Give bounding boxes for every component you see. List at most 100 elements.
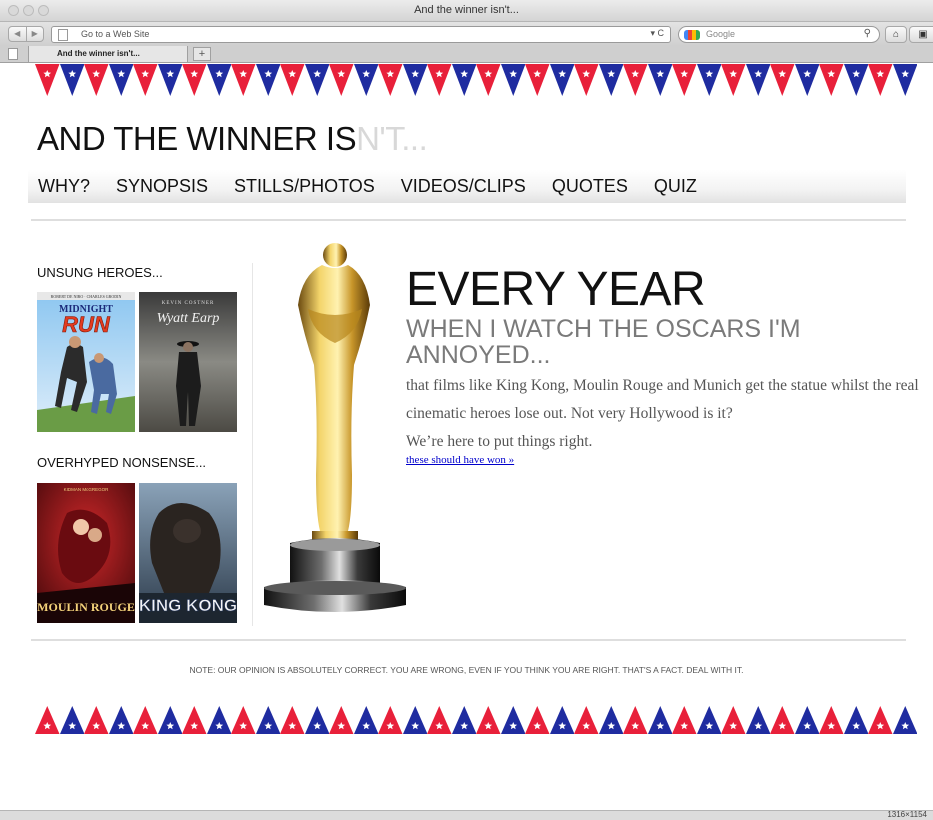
bunting-flag <box>549 706 574 734</box>
bunting-flag <box>255 706 280 734</box>
bunting-flag <box>770 64 795 96</box>
bunting-flag <box>647 706 672 734</box>
bunting-flag <box>794 706 819 734</box>
bunting-flag <box>133 64 158 96</box>
window-titlebar: And the winner isn't... <box>0 0 933 22</box>
bookmarks-icon[interactable]: ▣ <box>909 26 933 43</box>
bunting-flag <box>255 64 280 96</box>
new-tab-button[interactable]: + <box>193 47 211 61</box>
bunting-flag <box>574 64 599 96</box>
bunting-flag <box>157 706 182 734</box>
bunting-flag <box>549 64 574 96</box>
reload-icon[interactable]: ▾ C <box>650 28 664 39</box>
bunting-flag <box>598 706 623 734</box>
bunting-flag <box>427 64 452 96</box>
search-field[interactable]: Google ⚲ <box>678 26 880 43</box>
bunting-flag <box>157 64 182 96</box>
bunting-flag <box>476 64 501 96</box>
bunting-flag <box>402 64 427 96</box>
nav-why[interactable]: WHY? <box>38 176 90 197</box>
bunting-flag <box>59 706 84 734</box>
poster-moulin-rouge[interactable]: KIDMAN McGREGOR MOULIN ROUGE <box>37 483 135 623</box>
bunting-flag <box>280 706 305 734</box>
sidebar-divider <box>252 263 253 626</box>
bunting-flag <box>892 64 917 96</box>
address-bar[interactable]: Go to a Web Site ▾ C <box>51 26 671 43</box>
back-forward-buttons: ◀ ▶ <box>8 26 44 42</box>
bunting-top <box>35 64 917 96</box>
bunting-flag <box>843 706 868 734</box>
site-title-faded: N'T... <box>356 120 428 157</box>
bunting-flag <box>672 64 697 96</box>
bunting-flag <box>892 706 917 734</box>
nav-quotes[interactable]: QUOTES <box>552 176 628 197</box>
nav-stills-photos[interactable]: STILLS/PHOTOS <box>234 176 375 197</box>
footer-note: NOTE: OUR OPINION IS ABSOLUTELY CORRECT.… <box>189 665 744 675</box>
divider-bottom <box>31 639 906 641</box>
bunting-flag <box>353 706 378 734</box>
poster-midnight-run[interactable]: ROBERT DE NIRO · CHARLES GRODIN MIDNIGHT… <box>37 292 135 432</box>
bunting-flag <box>35 706 60 734</box>
bunting-flag <box>770 706 795 734</box>
browser-toolbar: ◀ ▶ Go to a Web Site ▾ C Google ⚲ ⌂ ▣ <box>0 22 933 46</box>
browser-statusbar: 1316×1154 <box>0 810 933 820</box>
these-should-have-won-link[interactable]: these should have won » <box>406 454 514 466</box>
bunting-flag <box>133 706 158 734</box>
bunting-flag <box>574 706 599 734</box>
bunting-flag <box>84 64 109 96</box>
bunting-flag <box>35 64 60 96</box>
bunting-flag <box>402 706 427 734</box>
site-title-main: AND THE WINNER IS <box>37 120 357 157</box>
bunting-flag <box>451 64 476 96</box>
poster-wyatt-earp-title: Wyatt Earp <box>157 311 220 326</box>
forward-arrow-icon[interactable]: ▶ <box>25 27 44 41</box>
bunting-flag <box>84 706 109 734</box>
google-icon[interactable] <box>684 30 700 40</box>
bunting-flag <box>378 64 403 96</box>
poster-wyatt-earp-credits: KEVIN COSTNER <box>162 301 215 306</box>
bunting-flag <box>525 706 550 734</box>
magnifier-icon[interactable]: ⚲ <box>864 28 871 39</box>
main-navigation: WHY? SYNOPSIS STILLS/PHOTOS VIDEOS/CLIPS… <box>28 170 906 203</box>
bunting-bottom <box>35 702 917 734</box>
status-size-readout: 1316×1154 <box>887 810 927 819</box>
tab-active[interactable]: And the winner isn't... <box>28 46 188 63</box>
bunting-flag <box>304 706 329 734</box>
bunting-flag <box>182 64 207 96</box>
page-icon <box>58 29 68 41</box>
home-icon[interactable]: ⌂ <box>885 26 907 43</box>
bunting-flag <box>206 64 231 96</box>
bunting-flag <box>500 64 525 96</box>
bunting-flag <box>696 706 721 734</box>
nav-videos-clips[interactable]: VIDEOS/CLIPS <box>401 176 526 197</box>
bunting-flag <box>427 706 452 734</box>
bunting-flag <box>623 706 648 734</box>
poster-wyatt-earp[interactable]: KEVIN COSTNER Wyatt Earp <box>139 292 237 432</box>
bunting-flag <box>500 706 525 734</box>
site-title[interactable]: AND THE WINNER ISN'T... <box>37 120 428 158</box>
nav-synopsis[interactable]: SYNOPSIS <box>116 176 208 197</box>
back-arrow-icon[interactable]: ◀ <box>9 27 26 41</box>
bunting-flag <box>721 706 746 734</box>
poster-king-kong[interactable]: KING KONG <box>139 483 237 623</box>
hero-heading: EVERY YEAR <box>406 263 706 316</box>
bunting-flag <box>231 706 256 734</box>
bunting-flag <box>696 64 721 96</box>
bunting-flag <box>868 706 893 734</box>
bunting-flag <box>353 64 378 96</box>
nav-quiz[interactable]: QUIZ <box>654 176 697 197</box>
overhyped-nonsense-heading: OVERHYPED NONSENSE... <box>37 455 207 470</box>
bunting-flag <box>231 64 256 96</box>
poster-moulin-rouge-title: MOULIN ROUGE <box>37 600 135 614</box>
poster-midnight-run-title2: RUN <box>62 312 111 337</box>
window-title: And the winner isn't... <box>414 4 519 16</box>
unsung-heroes-heading: UNSUNG HEROES... <box>37 265 163 280</box>
bunting-flag <box>721 64 746 96</box>
bunting-flag <box>745 64 770 96</box>
bunting-flag <box>794 64 819 96</box>
bunting-flag <box>451 706 476 734</box>
tab-bar: And the winner isn't... + <box>0 46 933 63</box>
bunting-flag <box>378 706 403 734</box>
poster-king-kong-title: KING KONG <box>139 596 237 615</box>
tab-page-icon <box>8 48 18 60</box>
